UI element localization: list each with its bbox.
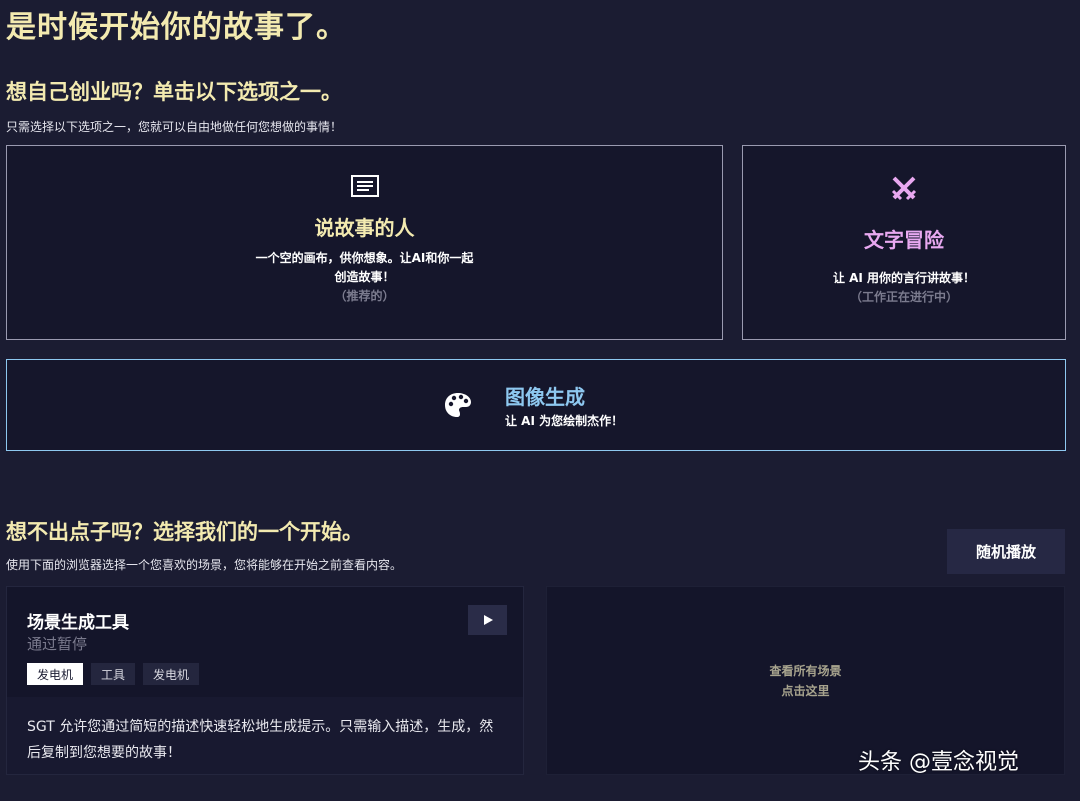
browse-heading: 想不出点子吗？选择我们的一个开始。 bbox=[6, 520, 363, 544]
page-title: 是时候开始你的故事了。 bbox=[6, 10, 347, 45]
click-here-label: 点击这里 bbox=[781, 683, 830, 698]
palette-icon bbox=[443, 391, 473, 423]
watermark: 头条 @壹念视觉 bbox=[858, 744, 1019, 776]
shuffle-button[interactable]: 随机播放 bbox=[947, 529, 1065, 574]
text-adventure-card[interactable]: 文字冒险 让 AI 用你的言行讲故事！ （工作正在进行中） bbox=[742, 145, 1066, 340]
document-lines-icon bbox=[7, 174, 722, 198]
scene-tag[interactable]: 发电机 bbox=[27, 663, 84, 685]
start-subtitle: 只需选择以下选项之一，您就可以自由地做任何您想做的事情！ bbox=[6, 120, 343, 134]
browse-subtitle: 使用下面的浏览器选择一个您喜欢的场景，您将能够在开始之前查看内容。 bbox=[6, 558, 403, 572]
storyteller-desc-line1: 一个空的画布，供你想象。让AI和你一起 bbox=[255, 251, 474, 265]
scene-tags: 发电机 工具 发电机 bbox=[27, 663, 200, 685]
image-generation-desc: 让 AI 为您绘制杰作！ bbox=[505, 414, 624, 428]
watermark-text: 头条 @壹念视觉 bbox=[858, 750, 1019, 775]
view-all-scenes-label: 查看所有场景 bbox=[769, 663, 842, 678]
text-adventure-desc: 让 AI 用你的言行讲故事！ bbox=[832, 271, 976, 285]
play-icon bbox=[483, 615, 493, 625]
storyteller-card[interactable]: 说故事的人 一个空的画布，供你想象。让AI和你一起 创造故事！ （推荐的） bbox=[6, 145, 723, 340]
crossed-swords-icon bbox=[743, 174, 1065, 202]
storyteller-desc-line2: 创造故事！ bbox=[334, 270, 395, 284]
scene-card[interactable]: 场景生成工具 通过暂停 发电机 工具 发电机 SGT 允许您通过简短的描述快速轻… bbox=[6, 586, 524, 775]
play-button[interactable] bbox=[468, 605, 507, 635]
start-heading: 想自己创业吗？单击以下选项之一。 bbox=[6, 80, 342, 104]
text-adventure-title: 文字冒险 bbox=[864, 228, 944, 252]
scene-title: 场景生成工具 bbox=[27, 613, 129, 633]
scene-tag[interactable]: 工具 bbox=[91, 663, 136, 685]
scene-author: 通过暂停 bbox=[27, 635, 88, 653]
image-generation-card[interactable]: 图像生成 让 AI 为您绘制杰作！ bbox=[6, 359, 1066, 451]
text-adventure-note: （工作正在进行中） bbox=[849, 290, 958, 304]
storyteller-note: （推荐的） bbox=[334, 289, 395, 303]
scene-description: SGT 允许您通过简短的描述快速轻松地生成提示。只需输入描述，生成，然后复制到您… bbox=[27, 719, 494, 761]
storyteller-title: 说故事的人 bbox=[314, 216, 415, 240]
image-generation-title: 图像生成 bbox=[505, 385, 585, 409]
scene-tag[interactable]: 发电机 bbox=[143, 663, 200, 685]
